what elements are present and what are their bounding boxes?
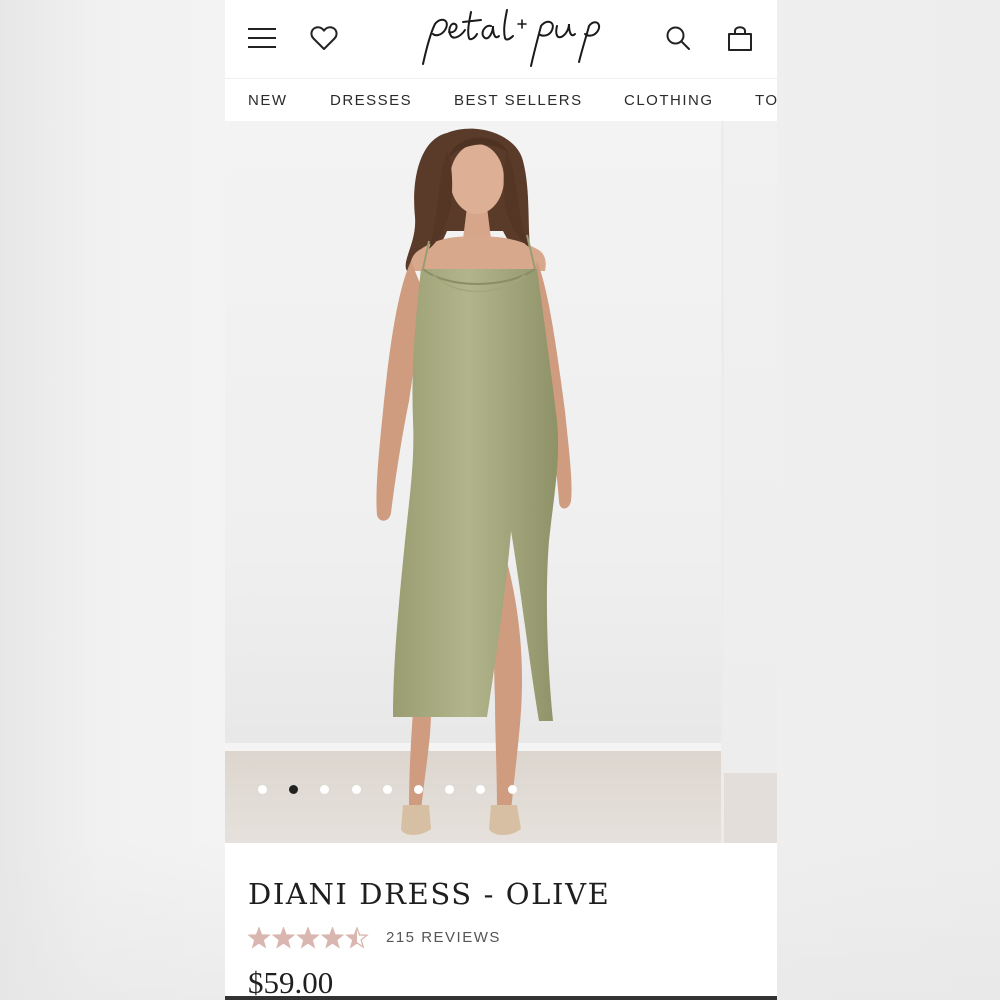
- star-icon: [320, 927, 345, 949]
- carousel-dot[interactable]: [320, 785, 330, 794]
- carousel-dot[interactable]: [289, 785, 299, 794]
- nav-item-dresses[interactable]: DRESSES: [330, 92, 412, 109]
- star-icon: [248, 927, 271, 949]
- category-nav: NEW DRESSES BEST SELLERS CLOTHING TO: [225, 78, 777, 121]
- star-icon: [345, 927, 369, 949]
- site-header: [225, 0, 777, 78]
- hamburger-menu-icon[interactable]: [246, 22, 278, 54]
- nav-item-best-sellers[interactable]: BEST SELLERS: [454, 92, 583, 109]
- nav-item-clothing[interactable]: CLOTHING: [624, 92, 714, 109]
- nav-item-new[interactable]: NEW: [248, 92, 288, 109]
- heart-icon[interactable]: [308, 22, 340, 54]
- brand-logo[interactable]: [415, 6, 601, 72]
- product-price: $59.00: [248, 965, 334, 1000]
- product-image-gallery[interactable]: [225, 121, 777, 843]
- star-icon: [296, 927, 320, 949]
- reviews-count-link[interactable]: 215 REVIEWS: [386, 929, 501, 946]
- next-product-image[interactable]: [724, 121, 777, 843]
- star-icon: [271, 927, 296, 949]
- carousel-dot[interactable]: [382, 785, 392, 794]
- carousel-dot[interactable]: [414, 785, 423, 794]
- carousel-dot[interactable]: [507, 785, 517, 794]
- search-icon[interactable]: [662, 22, 694, 54]
- nav-item-tops[interactable]: TO: [755, 92, 777, 109]
- carousel-dot[interactable]: [351, 785, 361, 794]
- product-image[interactable]: [225, 121, 721, 843]
- mobile-screen: NEW DRESSES BEST SELLERS CLOTHING TO DIA…: [225, 0, 777, 1000]
- product-title: DIANI DRESS - OLIVE: [248, 877, 611, 911]
- model-wearing-dress: [376, 128, 572, 835]
- star-rating[interactable]: [248, 927, 373, 949]
- carousel-dot[interactable]: [258, 785, 267, 794]
- carousel-dot[interactable]: [445, 785, 455, 794]
- carousel-dots: [258, 785, 518, 797]
- divider: [225, 996, 777, 1000]
- shopping-bag-icon[interactable]: [724, 22, 756, 54]
- product-info: DIANI DRESS - OLIVE 215 REVIEWS $59.00: [225, 843, 777, 1000]
- carousel-dot[interactable]: [476, 785, 486, 794]
